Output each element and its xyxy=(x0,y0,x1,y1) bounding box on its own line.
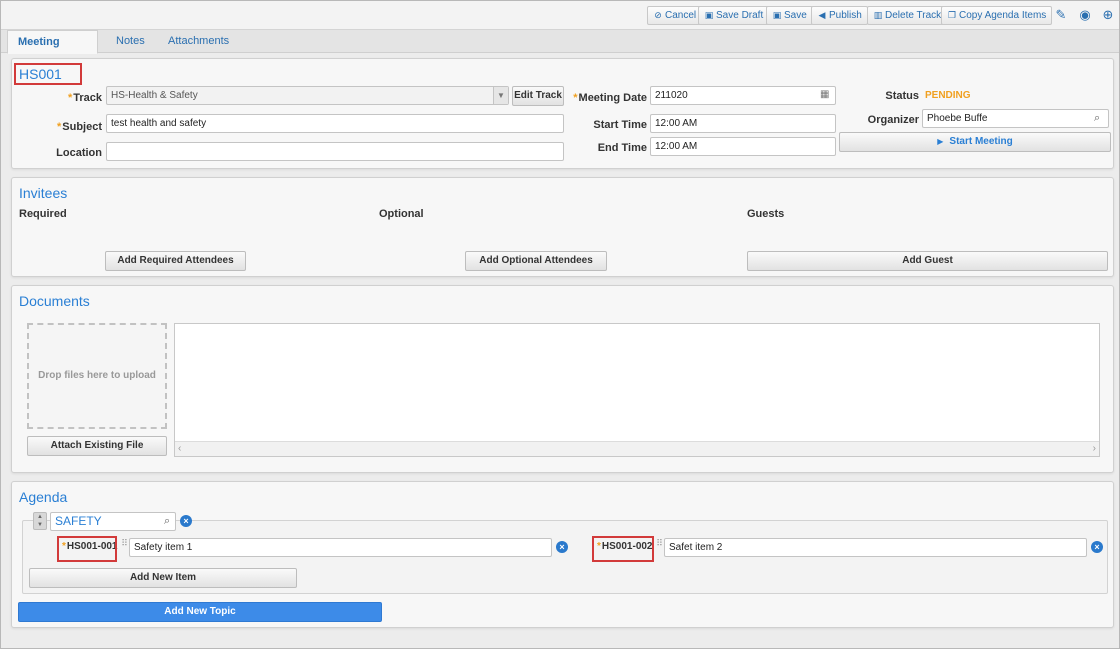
status-badge: PENDING xyxy=(925,90,971,101)
floppy-icon: ▣ xyxy=(704,10,714,20)
megaphone-icon: ◀ xyxy=(818,10,826,20)
meeting-detail-panel: HS001 *Track HS-Health & Safety ▼ Edit T… xyxy=(11,58,1114,169)
add-guest-button[interactable]: Add Guest xyxy=(747,251,1108,271)
user-icon[interactable]: ◉ xyxy=(1077,7,1093,23)
invitees-title: Invitees xyxy=(19,185,68,201)
edit-track-button[interactable]: Edit Track xyxy=(512,86,564,106)
agenda-item-input[interactable]: Safety item 1 xyxy=(129,538,552,557)
save-button[interactable]: ▣ Save xyxy=(766,6,813,25)
start-time-input[interactable]: 12:00 AM xyxy=(650,114,836,133)
invitees-panel: Invitees Required Optional Guests Add Re… xyxy=(11,177,1114,277)
chevron-right-icon[interactable]: › xyxy=(1093,443,1096,454)
add-new-topic-button[interactable]: Add New Topic xyxy=(18,602,382,622)
organizer-input[interactable]: Phoebe Buffe xyxy=(922,109,1109,128)
chevron-left-icon[interactable]: ‹ xyxy=(178,443,181,454)
search-icon[interactable]: ⌕ xyxy=(164,515,176,527)
topic-input[interactable]: SAFETY xyxy=(50,512,176,531)
location-input[interactable] xyxy=(106,142,564,161)
meeting-date-input[interactable]: 211020 xyxy=(650,86,836,105)
play-icon: ▶ xyxy=(937,137,944,146)
save-draft-button[interactable]: ▣ Save Draft xyxy=(698,6,770,25)
status-label: Status xyxy=(885,90,919,102)
meeting-date-label: *Meeting Date xyxy=(573,92,647,104)
track-select[interactable]: HS-Health & Safety xyxy=(106,86,509,105)
tab-meeting-detail[interactable]: Meeting Detail xyxy=(7,30,98,70)
reorder-arrows-icon[interactable]: ▲ ▼ xyxy=(33,512,47,530)
remove-topic-icon[interactable]: × xyxy=(180,515,192,527)
remove-item-icon[interactable]: × xyxy=(556,541,568,553)
cancel-icon: ⊘ xyxy=(654,10,662,20)
meeting-id-highlight xyxy=(14,63,82,85)
delete-track-button[interactable]: ▥ Delete Track xyxy=(867,6,948,25)
guests-label: Guests xyxy=(747,208,785,220)
item-code-highlight xyxy=(592,536,654,562)
cancel-button[interactable]: ⊘ Cancel xyxy=(647,6,703,25)
subject-input[interactable]: test health and safety xyxy=(106,114,564,133)
start-meeting-button[interactable]: ▶ Start Meeting xyxy=(839,132,1111,152)
item-code-highlight xyxy=(57,536,117,562)
agenda-item-input[interactable]: Safet item 2 xyxy=(664,538,1087,557)
tab-attachments[interactable]: Attachments xyxy=(158,30,239,53)
documents-title: Documents xyxy=(19,293,90,309)
organizer-label: Organizer xyxy=(867,114,919,126)
end-time-input[interactable]: 12:00 AM xyxy=(650,137,836,156)
tab-notes[interactable]: Notes xyxy=(106,30,155,53)
track-label: *Track xyxy=(67,92,102,104)
chevron-down-icon[interactable]: ▼ xyxy=(493,87,508,104)
add-required-attendees-button[interactable]: Add Required Attendees xyxy=(105,251,246,271)
end-time-label: End Time xyxy=(597,142,647,154)
copy-icon: ❐ xyxy=(947,10,957,20)
attach-existing-file-button[interactable]: Attach Existing File xyxy=(27,436,167,456)
floppy-icon: ▣ xyxy=(772,10,782,20)
publish-button[interactable]: ◀ Publish xyxy=(811,6,868,25)
required-label: Required xyxy=(19,208,67,220)
start-time-label: Start Time xyxy=(593,119,647,131)
add-new-item-button[interactable]: Add New Item xyxy=(29,568,297,588)
subject-label: *Subject xyxy=(56,121,102,133)
calendar-icon[interactable]: ▦ xyxy=(820,89,832,101)
window: ⊘ Cancel ▣ Save Draft ▣ Save ◀ Publish ▥ Dele… xyxy=(0,0,1120,649)
agenda-panel: Agenda ▲ ▼ SAFETY ⌕ × *HS001-001 ⠿ Safety… xyxy=(11,481,1114,628)
agenda-title: Agenda xyxy=(19,489,68,505)
edit-icon[interactable]: ✎ xyxy=(1053,7,1069,23)
copy-agenda-items-button[interactable]: ❐ Copy Agenda Items xyxy=(941,6,1053,25)
toolbar: ⊘ Cancel ▣ Save Draft ▣ Save ◀ Publish ▥ Dele… xyxy=(1,1,1119,30)
documents-list: ‹ › xyxy=(174,323,1100,457)
help-lifebuoy-icon[interactable]: ⊕ xyxy=(1100,7,1116,23)
tab-bar: Meeting Detail Notes Attachments xyxy=(1,30,1119,70)
remove-item-icon[interactable]: × xyxy=(1091,541,1103,553)
file-drop-zone[interactable]: Drop files here to upload xyxy=(27,323,167,429)
documents-panel: Documents Drop files here to upload Atta… xyxy=(11,285,1114,473)
optional-label: Optional xyxy=(379,208,424,220)
location-label: Location xyxy=(56,147,102,159)
search-icon[interactable]: ⌕ xyxy=(1094,112,1106,124)
add-optional-attendees-button[interactable]: Add Optional Attendees xyxy=(465,251,607,271)
horizontal-scrollbar[interactable]: ‹ › xyxy=(175,441,1099,456)
trash-icon: ▥ xyxy=(873,10,883,20)
